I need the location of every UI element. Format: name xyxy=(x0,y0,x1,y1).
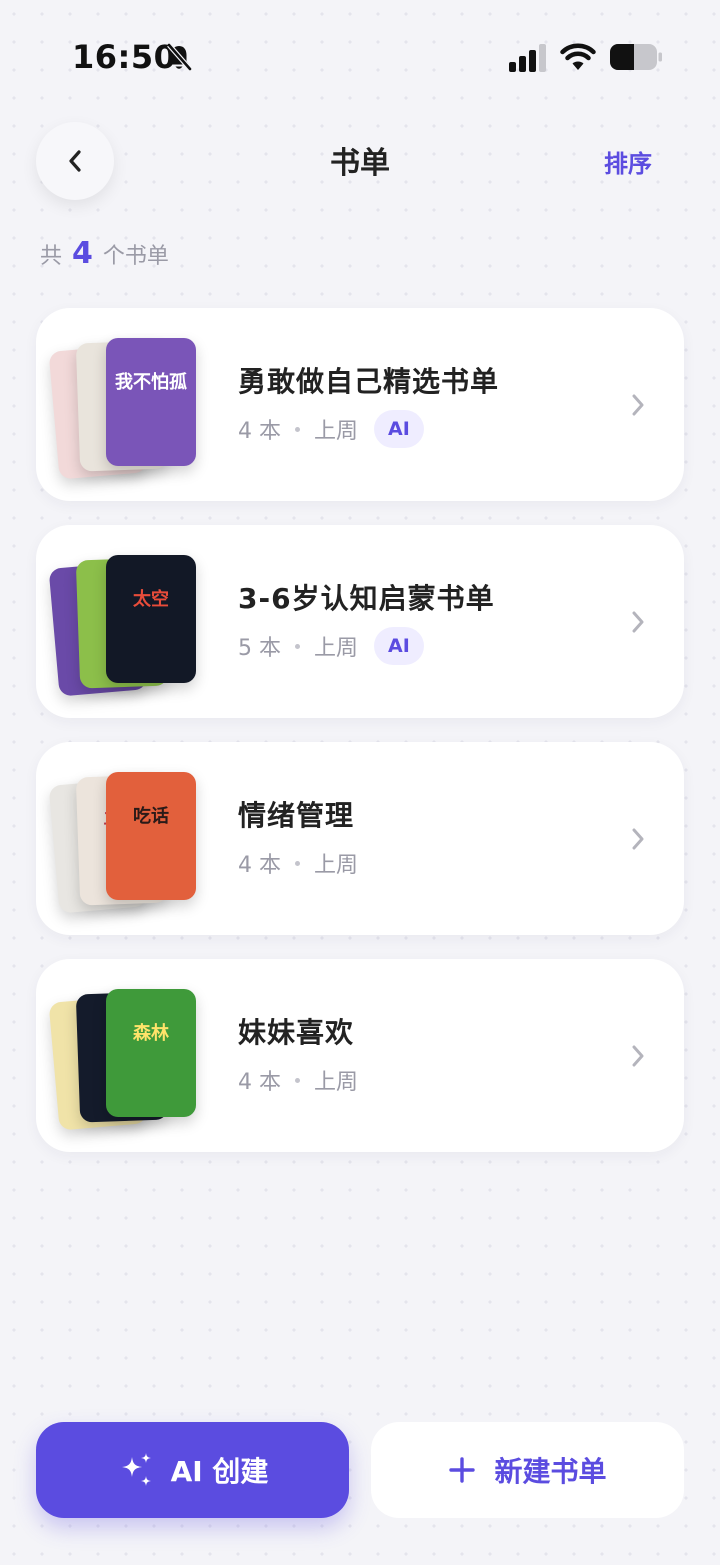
book-list-title: 3-6岁认知启蒙书单 xyxy=(238,582,495,615)
book-count: 4 本 xyxy=(238,419,281,444)
status-time: 16:50 xyxy=(72,38,177,76)
book-list-title: 勇敢做自己精选书单 xyxy=(238,365,500,398)
separator-dot xyxy=(295,1077,300,1083)
book-cover: 森林 xyxy=(106,989,196,1117)
updated-time: 上周 xyxy=(314,1070,359,1095)
book-list-meta: 5 本 上周 AI xyxy=(238,627,424,665)
count-number: 4 xyxy=(72,236,93,271)
chevron-right-icon xyxy=(632,1045,644,1067)
count-suffix: 个书单 xyxy=(102,244,169,269)
chevron-right-icon xyxy=(632,828,644,850)
book-cover: 我不怕孤 xyxy=(106,338,196,466)
separator-dot xyxy=(295,426,300,432)
battery-icon xyxy=(610,44,662,70)
cover-stack: 这我 爸 我不怕孤 xyxy=(48,338,204,480)
cover-title: 太空 xyxy=(133,589,169,610)
ai-create-button[interactable]: AI 创建 xyxy=(36,1422,349,1518)
book-cover: 吃话 xyxy=(106,772,196,900)
book-list-meta: 4 本 上周 AI xyxy=(238,410,424,448)
wifi-icon xyxy=(560,43,596,70)
book-list-card[interactable]: 爸 马妈 吃话 情绪管理 4 本 上周 xyxy=(36,742,684,935)
ai-badge: AI xyxy=(374,410,424,448)
cover-title: 森林 xyxy=(133,1023,169,1044)
book-count: 4 本 xyxy=(238,1070,281,1095)
cover-stack: 爸 马妈 吃话 xyxy=(48,772,204,914)
plus-icon xyxy=(449,1457,476,1483)
updated-time: 上周 xyxy=(314,419,359,444)
cover-stack: 我 太空 xyxy=(48,555,204,697)
separator-dot xyxy=(295,643,300,649)
chevron-right-icon xyxy=(632,394,644,416)
status-bar: 16:50 xyxy=(0,0,720,116)
book-list-title: 妹妹喜欢 xyxy=(238,1016,355,1049)
count-prefix: 共 xyxy=(40,244,63,269)
book-list-title: 情绪管理 xyxy=(238,799,355,832)
book-list-card[interactable]: 这我 爸 我不怕孤 勇敢做自己精选书单 4 本 上周 AI xyxy=(36,308,684,501)
list-count: 共 4 个书单 xyxy=(40,236,169,271)
updated-time: 上周 xyxy=(314,853,359,878)
book-list-meta: 4 本 上周 xyxy=(238,844,358,882)
cellular-signal-icon xyxy=(509,44,546,72)
book-list-card[interactable]: 为什 森林 妹妹喜欢 4 本 上周 xyxy=(36,959,684,1152)
new-list-label: 新建书单 xyxy=(494,1455,607,1488)
book-count: 5 本 xyxy=(238,636,281,661)
sparkle-icon xyxy=(121,1453,151,1486)
book-count: 4 本 xyxy=(238,853,281,878)
book-list-card[interactable]: 我 太空 3-6岁认知启蒙书单 5 本 上周 AI xyxy=(36,525,684,718)
book-cover: 太空 xyxy=(106,555,196,683)
new-list-button[interactable]: 新建书单 xyxy=(371,1422,684,1518)
chevron-right-icon xyxy=(632,611,644,633)
book-list-meta: 4 本 上周 xyxy=(238,1061,358,1099)
ai-badge: AI xyxy=(374,627,424,665)
cover-stack: 为什 森林 xyxy=(48,989,204,1131)
bell-muted-icon xyxy=(167,43,192,71)
updated-time: 上周 xyxy=(314,636,359,661)
cover-title: 我不怕孤 xyxy=(115,372,187,393)
ai-create-label: AI 创建 xyxy=(170,1455,269,1488)
cover-title: 吃话 xyxy=(133,806,169,827)
sort-button[interactable]: 排序 xyxy=(604,144,652,179)
separator-dot xyxy=(295,860,300,866)
